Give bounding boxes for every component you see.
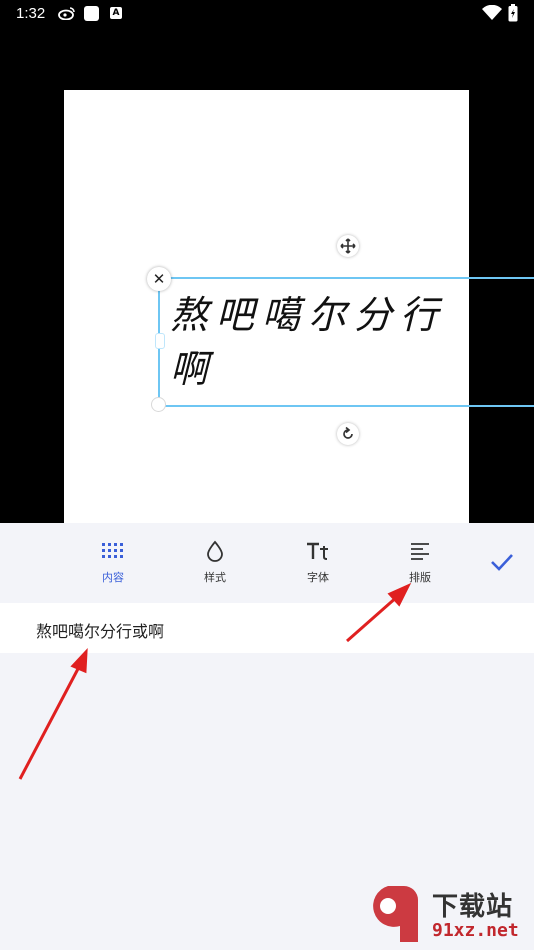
tab-style-label: 样式 — [204, 571, 226, 584]
move-handle-icon[interactable] — [337, 235, 359, 257]
tab-content[interactable]: 内容 — [83, 537, 143, 585]
check-icon[interactable] — [488, 548, 516, 576]
status-time: 1:32 — [16, 5, 46, 22]
close-icon[interactable]: ✕ — [147, 267, 171, 291]
resize-corner-handle[interactable] — [151, 397, 166, 412]
watermark-url: 91xz.net — [432, 920, 519, 941]
wifi-icon — [482, 4, 502, 25]
battery-charging-icon — [508, 4, 518, 22]
a-badge-icon: A — [110, 7, 122, 19]
app-square-icon — [84, 6, 99, 21]
text-size-icon — [288, 537, 348, 565]
tab-layout[interactable]: 排版 — [390, 537, 450, 585]
tab-layout-label: 排版 — [409, 571, 431, 584]
tab-style[interactable]: 样式 — [185, 537, 245, 585]
tab-font-label: 字体 — [307, 571, 329, 584]
canvas-text[interactable]: 熬吧噶尔分行啊 — [170, 288, 480, 396]
tab-content-label: 内容 — [102, 571, 124, 584]
watermark-logo-icon — [373, 886, 418, 942]
grid-dots-icon — [83, 537, 143, 565]
align-left-icon — [390, 537, 450, 565]
status-bar: 1:32 A — [0, 0, 534, 28]
drop-icon — [185, 537, 245, 565]
edit-toolbar: 内容 样式 字体 排版 — [0, 523, 534, 603]
tab-font[interactable]: 字体 — [288, 537, 348, 585]
watermark: 下载站 91xz.net — [360, 880, 530, 946]
text-input-row[interactable]: 熬吧噶尔分行或啊 — [0, 603, 534, 653]
text-input[interactable]: 熬吧噶尔分行或啊 — [36, 618, 164, 642]
resize-side-handle[interactable] — [155, 333, 165, 349]
weibo-icon — [58, 6, 76, 24]
watermark-title: 下载站 — [432, 892, 514, 922]
rotate-icon[interactable] — [337, 423, 359, 445]
